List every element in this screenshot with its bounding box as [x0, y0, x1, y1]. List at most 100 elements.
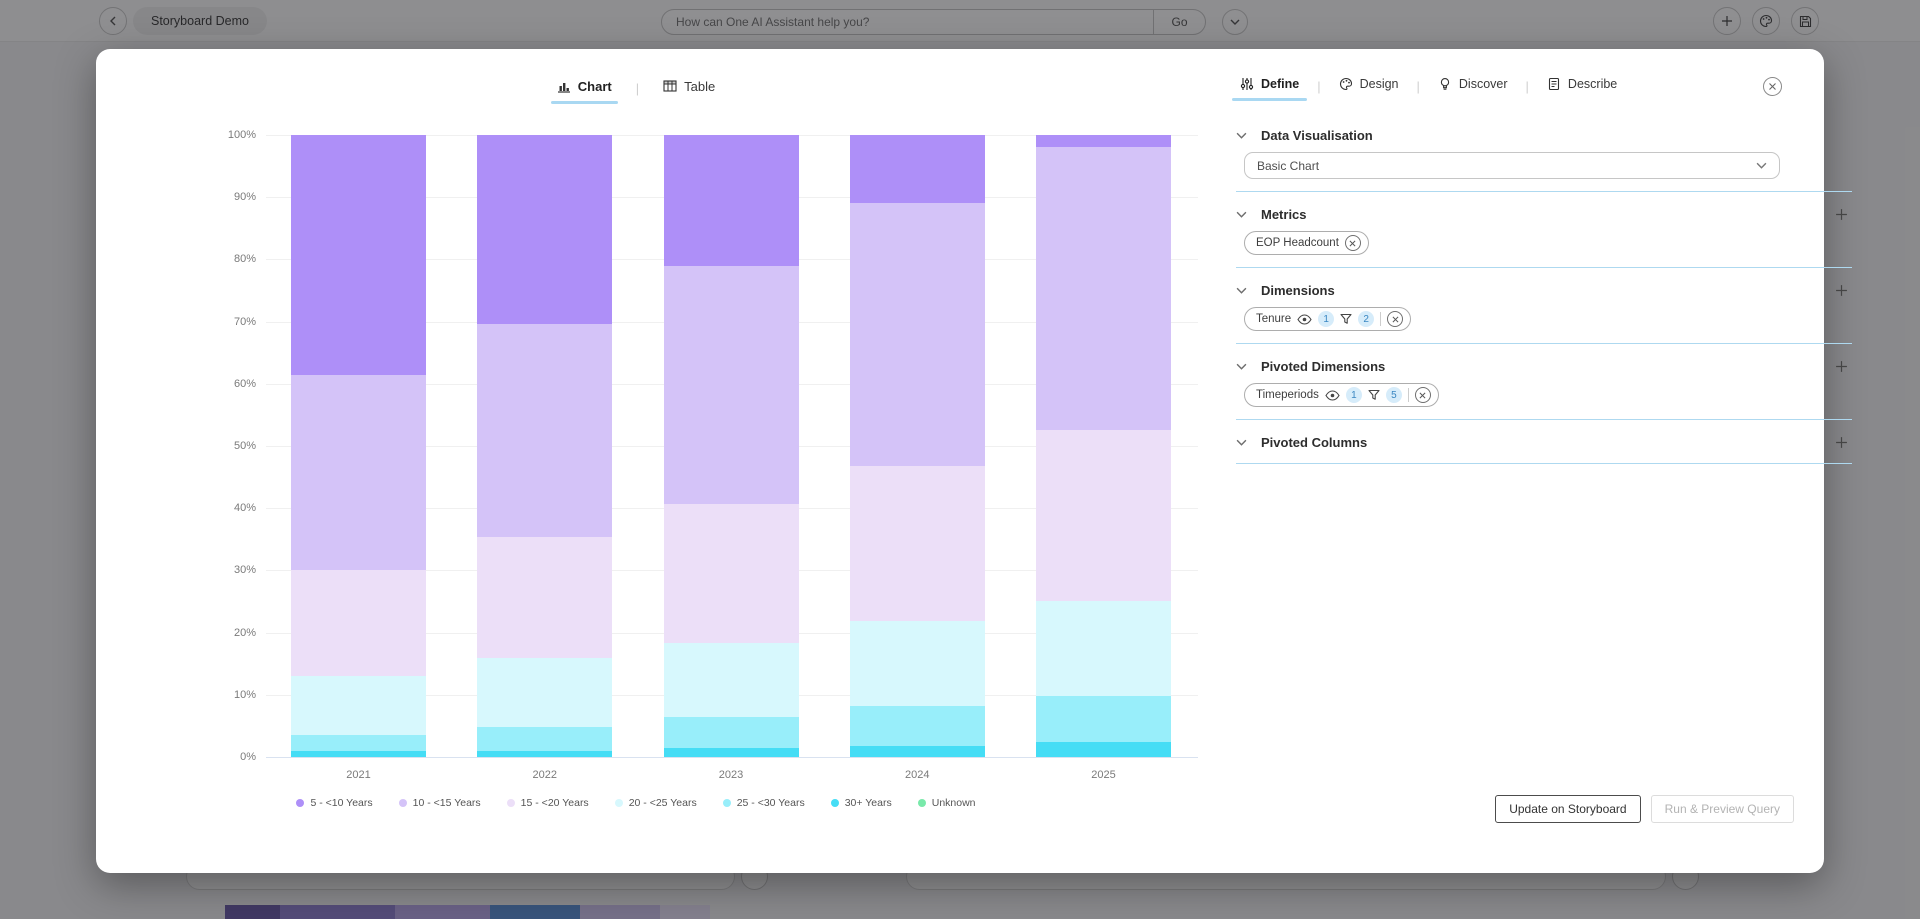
bar-segment	[663, 135, 799, 266]
stacked-bar-2023	[663, 135, 799, 757]
tab-separator: |	[1416, 78, 1420, 94]
chevron-down-icon	[1236, 285, 1247, 296]
pill-remove-button[interactable]	[1387, 311, 1404, 327]
section-header: Dimensions	[1236, 281, 1847, 299]
bar-segment	[477, 727, 613, 751]
tab-label: Table	[684, 78, 716, 94]
section-header: Metrics	[1236, 205, 1847, 223]
legend-item[interactable]: 15 - <20 Years	[506, 797, 589, 809]
legend-item[interactable]: Unknown	[917, 797, 976, 809]
bar-segment	[663, 748, 799, 757]
tab-describe[interactable]: Describe	[1543, 73, 1621, 99]
y-axis-tick-label: 0%	[240, 751, 256, 763]
close-icon	[1769, 83, 1776, 90]
section-title: Dimensions	[1261, 282, 1335, 298]
section-collapse-button[interactable]	[1236, 209, 1247, 220]
tab-table[interactable]: Table	[657, 75, 721, 102]
legend-swatch	[830, 799, 839, 807]
legend-swatch	[722, 799, 731, 807]
bar-segment	[849, 135, 985, 203]
legend-label: 15 - <20 Years	[520, 797, 589, 809]
visible-count-badge: 1	[1345, 387, 1362, 403]
section-divider	[1236, 463, 1852, 464]
remove-icon	[1349, 240, 1356, 247]
section-header: Pivoted Columns	[1236, 433, 1847, 451]
legend-label: 25 - <30 Years	[736, 797, 805, 809]
bar-segment	[291, 135, 426, 376]
field-pill-timeperiods[interactable]: Timeperiods 1 5	[1244, 383, 1439, 407]
field-pill-eop-headcount[interactable]: EOP Headcount	[1244, 231, 1369, 255]
bar-segment	[291, 734, 426, 752]
bar-segment	[291, 676, 426, 735]
filter-count-badge: 5	[1385, 387, 1402, 403]
tab-separator: |	[635, 80, 640, 96]
legend-label: 5 - <10 Years	[310, 797, 373, 809]
section-divider	[1236, 343, 1852, 344]
run-preview-query-button[interactable]: Run & Preview Query	[1650, 795, 1794, 823]
pill-remove-button[interactable]	[1414, 387, 1431, 403]
update-on-storyboard-button[interactable]: Update on Storyboard	[1495, 795, 1641, 823]
tab-separator: |	[1525, 78, 1529, 94]
bar-segment	[663, 642, 799, 718]
section-add-button[interactable]	[1832, 433, 1850, 451]
tab-separator: |	[1317, 78, 1321, 94]
modal-footer: Update on Storyboard Run & Preview Query	[1495, 795, 1794, 823]
pill-label: EOP Headcount	[1256, 237, 1339, 249]
field-pill-tenure[interactable]: Tenure 1 2	[1244, 307, 1412, 331]
tab-label: Define	[1261, 77, 1300, 91]
legend-item[interactable]: 20 - <25 Years	[614, 797, 697, 809]
table-icon	[663, 79, 677, 93]
remove-icon	[1419, 392, 1426, 399]
section-add-button[interactable]	[1832, 205, 1850, 223]
section-collapse-button[interactable]	[1236, 361, 1247, 372]
tab-define[interactable]: Define	[1231, 73, 1308, 101]
pill-remove-button[interactable]	[1344, 235, 1361, 251]
legend-swatch	[398, 799, 407, 807]
x-axis-tick-label: 2023	[718, 769, 744, 781]
pill-separator	[1407, 388, 1409, 402]
legend-item[interactable]: 30+ Years	[830, 797, 892, 809]
section-add-button[interactable]	[1832, 357, 1850, 375]
plus-icon	[1835, 436, 1848, 449]
pill-label: Tenure	[1256, 313, 1292, 325]
section-title: Metrics	[1261, 206, 1307, 222]
x-axis-tick-label: 2024	[905, 769, 930, 781]
bar-segment	[477, 536, 613, 659]
y-axis-tick-label: 10%	[233, 688, 256, 701]
modal-close-button[interactable]	[1763, 77, 1782, 96]
section-title: Pivoted Dimensions	[1261, 358, 1386, 374]
plus-icon	[1835, 360, 1848, 373]
tab-label: Describe	[1567, 77, 1618, 91]
legend-label: 20 - <25 Years	[628, 797, 697, 809]
section-add-button[interactable]	[1832, 281, 1850, 299]
tab-design[interactable]: Design	[1335, 73, 1403, 99]
legend-item[interactable]: 5 - <10 Years	[296, 797, 373, 809]
plus-icon	[1835, 208, 1848, 221]
legend-item[interactable]: 10 - <15 Years	[398, 797, 481, 809]
bar-segment	[291, 751, 426, 757]
y-axis-tick-label: 20%	[233, 626, 256, 639]
chevron-down-icon	[1236, 361, 1247, 372]
stacked-bar-2022	[477, 135, 613, 757]
settings-panel: Define | Design | Discover | Describe Data Vis…	[1140, 49, 1852, 873]
pill-row: EOP Headcount	[1244, 231, 1784, 255]
x-axis-tick-label: 2022	[532, 769, 557, 781]
plus-icon	[1835, 284, 1848, 297]
sliders-icon	[1240, 77, 1254, 91]
pill-label: Timeperiods	[1256, 389, 1319, 401]
select-chevron	[1756, 160, 1767, 171]
y-axis-tick-label: 70%	[233, 315, 256, 328]
y-axis-tick-label: 100%	[227, 129, 256, 141]
section-collapse-button[interactable]	[1236, 285, 1247, 296]
bar-segment	[849, 202, 985, 466]
tab-discover[interactable]: Discover	[1434, 73, 1512, 99]
eye-icon	[1297, 313, 1312, 325]
section-title: Data Visualisation	[1261, 128, 1373, 143]
tab-chart[interactable]: Chart	[550, 75, 618, 104]
visualisation-select[interactable]: Basic Chart	[1244, 152, 1780, 179]
legend-swatch	[917, 799, 926, 807]
section-collapse-button[interactable]	[1236, 437, 1247, 448]
remove-icon	[1392, 316, 1399, 323]
legend-item[interactable]: 25 - <30 Years	[722, 797, 805, 809]
section-collapse-button[interactable]	[1236, 130, 1247, 141]
